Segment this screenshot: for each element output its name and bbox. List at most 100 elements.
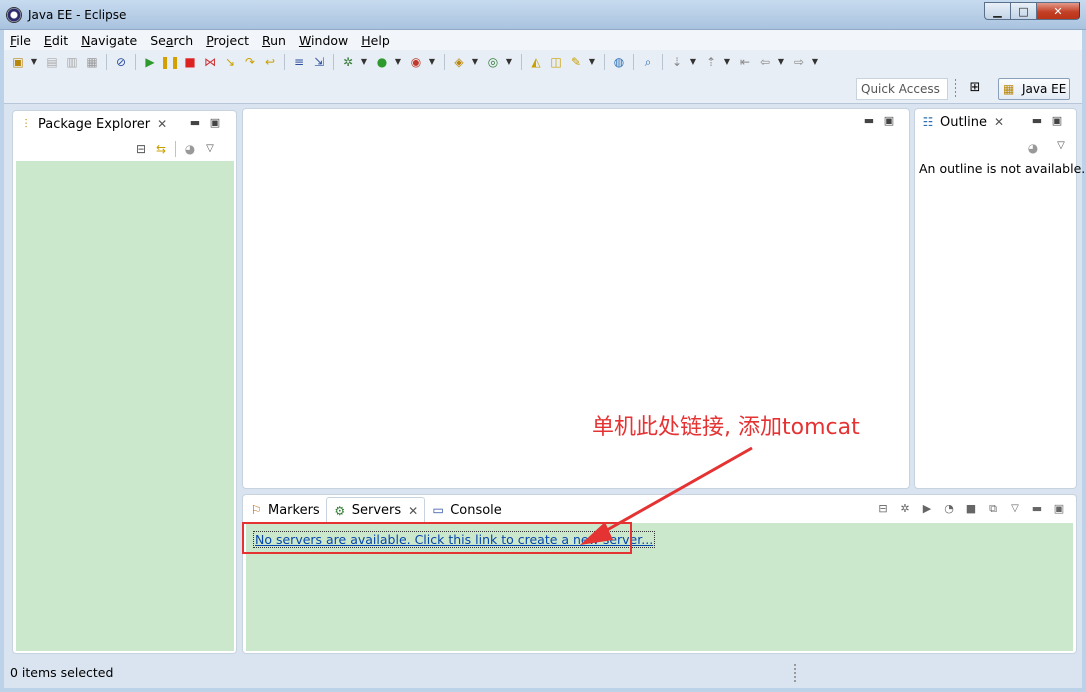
menu-window[interactable]: Window (299, 33, 348, 48)
window-controls: ▁ □ ✕ (984, 2, 1080, 20)
annotation-text: 单机此处链接, 添加tomcat (592, 415, 860, 440)
step-over-icon[interactable]: ↷ (242, 54, 258, 70)
toolbar-separator (175, 141, 176, 157)
menu-file[interactable]: File (10, 33, 31, 48)
menu-project[interactable]: Project (206, 33, 249, 48)
new-java-project-icon[interactable]: ◈ (451, 54, 467, 70)
outline-view: ☷ Outline ✕ ▬ ▣ ◕ ▽ An outline is not av… (914, 108, 1085, 489)
main-toolbar: ▣ ▼ ▤ ▥ ▦ ⊘ ▶ ❚❚ ■ ⋈ ↘ ↷ ↩ ≡ ⇲ ✲ ▼ ● ▼ ◉… (4, 50, 1082, 74)
save-icon[interactable]: ▤ (44, 54, 60, 70)
next-annotation-dropdown-icon[interactable]: ▼ (689, 54, 697, 70)
close-icon[interactable]: ✕ (994, 115, 1004, 129)
print-icon[interactable]: ▦ (84, 54, 100, 70)
maximize-view-icon[interactable]: ▣ (879, 113, 899, 129)
new-wizard-icon[interactable]: ▣ (10, 54, 26, 70)
toolbar-separator (106, 54, 107, 70)
minimize-view-icon[interactable]: ▬ (859, 113, 879, 129)
external-tools-dropdown-icon[interactable]: ▼ (428, 54, 436, 70)
view-menu-chevron-down-icon[interactable]: ▽ (1053, 138, 1069, 154)
open-folder-icon[interactable]: ◫ (548, 54, 564, 70)
maximize-view-icon[interactable]: ▣ (1047, 113, 1067, 129)
back-icon[interactable]: ⇦ (757, 54, 773, 70)
java-ee-perspective-icon: ▦ (1003, 82, 1015, 96)
run-icon[interactable]: ● (374, 54, 390, 70)
new-dropdown-icon[interactable]: ▼ (30, 54, 38, 70)
maximize-view-icon[interactable]: ▣ (205, 115, 225, 131)
perspective-bar: Quick Access ⊞ ▦ Java EE (4, 74, 1082, 104)
prev-annotation-icon[interactable]: ⇡ (703, 54, 719, 70)
new-class-icon[interactable]: ◎ (485, 54, 501, 70)
focus-icon[interactable]: ◕ (182, 141, 198, 157)
menu-edit[interactable]: Edit (44, 33, 68, 48)
minimize-button[interactable]: ▁ (984, 2, 1010, 20)
minimize-view-icon[interactable]: ▬ (1027, 113, 1047, 129)
outline-title: Outline (940, 114, 988, 130)
collapse-all-icon[interactable]: ⊟ (133, 141, 149, 157)
outline-icon: ☷ (922, 115, 934, 129)
forward-icon[interactable]: ⇨ (791, 54, 807, 70)
tab-package-explorer[interactable]: ⫶ Package Explorer ✕ (13, 111, 167, 137)
tab-markers[interactable]: ⚐ Markers (243, 497, 326, 523)
next-annotation-icon[interactable]: ⇣ (669, 54, 685, 70)
menu-bar: File Edit Navigate Search Project Run Wi… (4, 30, 1082, 50)
menu-search[interactable]: Search (150, 33, 193, 48)
prev-annotation-dropdown-icon[interactable]: ▼ (723, 54, 731, 70)
web-browser-icon[interactable]: ◍ (611, 54, 627, 70)
skip-breakpoints-icon[interactable]: ⊘ (113, 54, 129, 70)
debug-server-icon[interactable]: ✲ (894, 501, 916, 517)
profile-server-icon[interactable]: ◔ (938, 501, 960, 517)
menu-navigate[interactable]: Navigate (81, 33, 137, 48)
tab-outline[interactable]: ☷ Outline ✕ (915, 109, 1004, 135)
tab-servers[interactable]: ⚙ Servers ✕ (325, 497, 426, 523)
run-dropdown-icon[interactable]: ▼ (394, 54, 402, 70)
stop-server-icon[interactable]: ■ (960, 501, 982, 517)
maximize-view-icon[interactable]: ▣ (1048, 501, 1070, 517)
save-all-icon[interactable]: ▥ (64, 54, 80, 70)
forward-dropdown-icon[interactable]: ▼ (811, 54, 819, 70)
drop-to-frame-icon[interactable]: ≡ (291, 54, 307, 70)
step-into-icon[interactable]: ↘ (222, 54, 238, 70)
quick-access-input[interactable]: Quick Access (856, 78, 948, 100)
suspend-icon[interactable]: ❚❚ (160, 54, 180, 70)
package-explorer-icon: ⫶ (24, 117, 28, 131)
new-class-dropdown-icon[interactable]: ▼ (505, 54, 513, 70)
java-ee-perspective-button[interactable]: ▦ Java EE (998, 78, 1070, 100)
close-icon[interactable]: ✕ (157, 117, 167, 131)
close-button[interactable]: ✕ (1036, 2, 1080, 20)
step-return-icon[interactable]: ↩ (262, 54, 278, 70)
publish-server-icon[interactable]: ⧉ (982, 501, 1004, 517)
debug-dropdown-icon[interactable]: ▼ (360, 54, 368, 70)
search-icon[interactable]: ⌕ (640, 54, 656, 70)
package-explorer-view: ⫶ Package Explorer ✕ ▬ ▣ ⊟ ⇆ ◕ ▽ (12, 110, 237, 654)
status-separator (794, 664, 796, 682)
menu-run[interactable]: Run (262, 33, 286, 48)
outline-view-controls: ▬ ▣ (1027, 113, 1067, 129)
package-explorer-tree[interactable] (16, 161, 234, 651)
debug-icon[interactable]: ✲ (340, 54, 356, 70)
last-edit-location-icon[interactable]: ⇤ (737, 54, 753, 70)
minimize-view-icon[interactable]: ▬ (185, 115, 205, 131)
resume-icon[interactable]: ▶ (142, 54, 158, 70)
external-tools-icon[interactable]: ◉ (408, 54, 424, 70)
link-with-editor-icon[interactable]: ⇆ (153, 141, 169, 157)
toolbar-separator (333, 54, 334, 70)
close-icon[interactable]: ✕ (408, 504, 418, 518)
edit-dropdown-icon[interactable]: ▼ (588, 54, 596, 70)
view-menu-chevron-down-icon[interactable]: ▽ (202, 141, 218, 157)
tab-console[interactable]: ▭ Console (425, 497, 508, 523)
new-project-dropdown-icon[interactable]: ▼ (471, 54, 479, 70)
edit-icon[interactable]: ✎ (568, 54, 584, 70)
view-menu-chevron-down-icon[interactable]: ▽ (1004, 501, 1026, 517)
use-step-filters-icon[interactable]: ⇲ (311, 54, 327, 70)
menu-help[interactable]: Help (361, 33, 390, 48)
back-dropdown-icon[interactable]: ▼ (777, 54, 785, 70)
open-perspective-icon[interactable]: ⊞ (966, 80, 984, 98)
minimize-view-icon[interactable]: ▬ (1026, 501, 1048, 517)
start-server-icon[interactable]: ▶ (916, 501, 938, 517)
open-type-icon[interactable]: ◭ (528, 54, 544, 70)
focus-icon[interactable]: ◕ (1025, 140, 1041, 156)
maximize-button[interactable]: □ (1010, 2, 1036, 20)
disconnect-icon[interactable]: ⋈ (202, 54, 218, 70)
collapse-all-icon[interactable]: ⊟ (872, 501, 894, 517)
terminate-icon[interactable]: ■ (182, 54, 198, 70)
